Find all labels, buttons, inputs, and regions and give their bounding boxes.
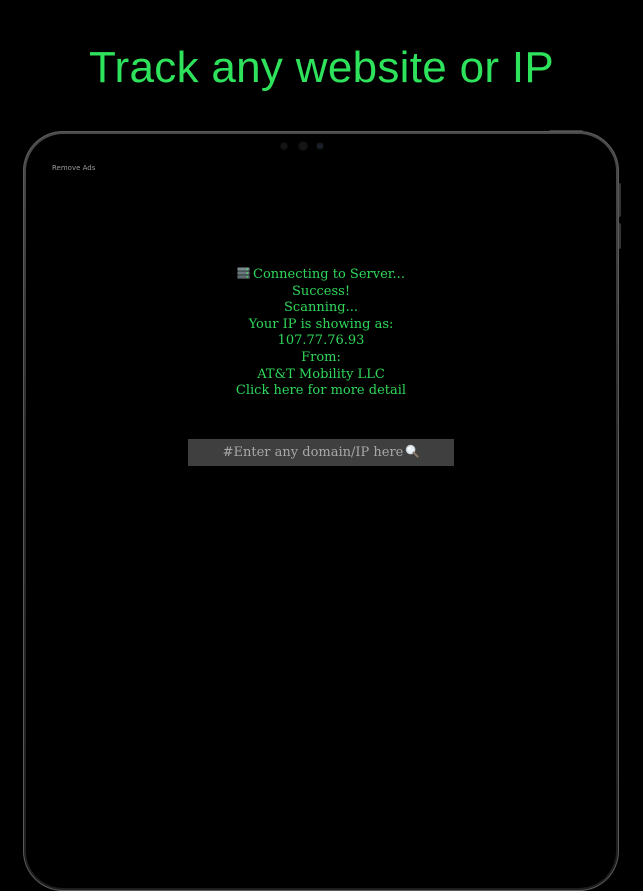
status-console: Connecting to Server... Success! Scannin…	[26, 267, 616, 400]
ip-label: Your IP is showing as:	[248, 316, 394, 332]
ip-value: 107.77.76.93	[277, 333, 365, 349]
from-label: From:	[301, 349, 341, 365]
headline: Track any website or IP	[89, 43, 554, 92]
status-line-scanning: Scanning...	[284, 300, 358, 316]
camera-lens-icon	[298, 141, 308, 151]
status-line-connecting: Connecting to Server...	[26, 267, 616, 284]
remove-ads-button[interactable]: Remove Ads	[52, 164, 95, 172]
tablet-screen: Remove Ads Connecting to Server... Succe…	[26, 134, 616, 888]
status-connecting-text: Connecting to Server...	[253, 267, 405, 282]
magnifier-icon	[406, 444, 419, 458]
search-placeholder: #Enter any domain/IP here	[222, 445, 404, 460]
server-icon	[237, 267, 250, 279]
domain-ip-search-input[interactable]: #Enter any domain/IP here	[188, 439, 454, 466]
isp-value: AT&T Mobility LLC	[257, 366, 385, 382]
camera-sensor-icon	[280, 142, 288, 150]
camera-sensor-icon	[316, 142, 324, 150]
more-detail-link[interactable]: Click here for more detail	[26, 383, 616, 400]
tablet-device-frame: Remove Ads Connecting to Server... Succe…	[23, 131, 619, 891]
status-line-success: Success!	[291, 283, 351, 299]
